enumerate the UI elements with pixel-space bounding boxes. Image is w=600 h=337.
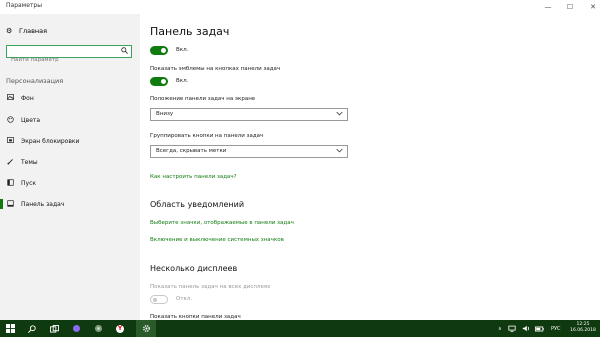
main-content: Панель задач Вкл. Показать эмблемы на кн… <box>140 14 600 320</box>
sidebar-item-label: Панель задач <box>21 200 65 208</box>
toggle-state-label: Вкл. <box>176 78 189 84</box>
chevron-down-icon <box>336 110 343 119</box>
badges-label: Показать эмблемы на кнопках панели задач <box>150 66 281 72</box>
all-displays-label: Показать панель задач на всех дисплеях <box>150 284 271 290</box>
badges-toggle[interactable] <box>150 77 168 86</box>
clock[interactable]: 12:25 16.06.2018 <box>568 322 598 334</box>
app-icon[interactable] <box>88 320 108 337</box>
displays-heading: Несколько дисплеев <box>150 264 238 273</box>
image-icon <box>6 94 15 102</box>
toggle-knob <box>161 48 166 53</box>
battery-icon[interactable] <box>535 320 544 337</box>
toggle-knob <box>161 79 166 84</box>
brush-icon <box>6 158 15 167</box>
section-label: Персонализация <box>6 77 64 85</box>
settings-icon[interactable] <box>136 320 156 337</box>
sidebar-item-start[interactable]: Пуск <box>0 177 140 189</box>
position-select[interactable]: Внизу <box>150 108 348 121</box>
lock-screen-icon <box>6 137 15 145</box>
search-input[interactable] <box>7 54 119 66</box>
customize-taskbar-link[interactable]: Как настроить панели задач? <box>150 174 237 180</box>
active-indicator <box>0 199 3 209</box>
page-title: Панель задач <box>150 25 230 38</box>
select-icons-link[interactable]: Выберите значки, отображаемые в панели з… <box>150 220 294 226</box>
group-select[interactable]: Всегда, скрывать метки <box>150 145 348 158</box>
gear-icon: ⚙ <box>6 27 13 35</box>
sidebar-item-label: Темы <box>21 158 38 166</box>
sidebar-item-taskbar[interactable]: Панель задач <box>0 198 140 210</box>
window-title: Параметры <box>6 2 42 9</box>
sidebar-item-background[interactable]: Фон <box>0 92 140 104</box>
group-label: Группировать кнопки на панели задач <box>150 133 264 139</box>
sidebar-item-label: Экран блокировки <box>21 137 80 145</box>
toggle-state-label: Вкл. <box>176 47 189 53</box>
close-button[interactable]: ✕ <box>580 0 600 14</box>
all-displays-toggle[interactable] <box>150 295 168 304</box>
sidebar-item-lock-screen[interactable]: Экран блокировки <box>0 135 140 147</box>
select-value: Всегда, скрывать метки <box>156 148 227 154</box>
taskbar: Y ∧ РУС 12:25 16.06.2018 <box>0 320 600 337</box>
sidebar: ⚙ Главная Персонализация Фон Цвета Экран… <box>0 14 140 320</box>
home-label: Главная <box>19 27 48 35</box>
sidebar-item-themes[interactable]: Темы <box>0 156 140 168</box>
notifications-heading: Область уведомлений <box>150 200 245 209</box>
search-icon[interactable] <box>22 320 42 337</box>
language-indicator[interactable]: РУС <box>551 320 561 337</box>
sidebar-item-label: Пуск <box>21 179 36 187</box>
system-icons-link[interactable]: Включение и выключение системных значков <box>150 237 284 243</box>
sidebar-item-colors[interactable]: Цвета <box>0 114 140 126</box>
search-box[interactable] <box>6 45 132 66</box>
yandex-browser-icon[interactable]: Y <box>110 320 130 337</box>
volume-icon[interactable] <box>522 320 530 337</box>
network-icon[interactable] <box>508 320 516 337</box>
task-view-icon[interactable] <box>44 320 64 337</box>
title-bar: Параметры — ☐ ✕ <box>0 0 600 14</box>
home-link[interactable]: ⚙ Главная <box>6 26 47 36</box>
palette-icon <box>6 115 15 125</box>
sidebar-item-label: Цвета <box>21 116 41 124</box>
clock-date: 16.06.2018 <box>570 328 596 333</box>
search-icon[interactable] <box>121 47 128 56</box>
taskbar-icon <box>6 199 15 209</box>
cortana-icon[interactable] <box>66 320 86 337</box>
lock-taskbar-toggle[interactable] <box>150 46 168 55</box>
toggle-knob <box>153 298 157 302</box>
sidebar-item-label: Фон <box>21 94 34 102</box>
toggle-state-label: Откл. <box>176 296 193 302</box>
windows-start-icon[interactable] <box>0 320 20 337</box>
chevron-down-icon <box>336 147 343 156</box>
tray-chevron[interactable]: ∧ <box>498 320 502 337</box>
start-icon <box>6 178 15 188</box>
position-label: Положение панели задач на экране <box>150 96 256 102</box>
select-value: Внизу <box>156 111 174 117</box>
